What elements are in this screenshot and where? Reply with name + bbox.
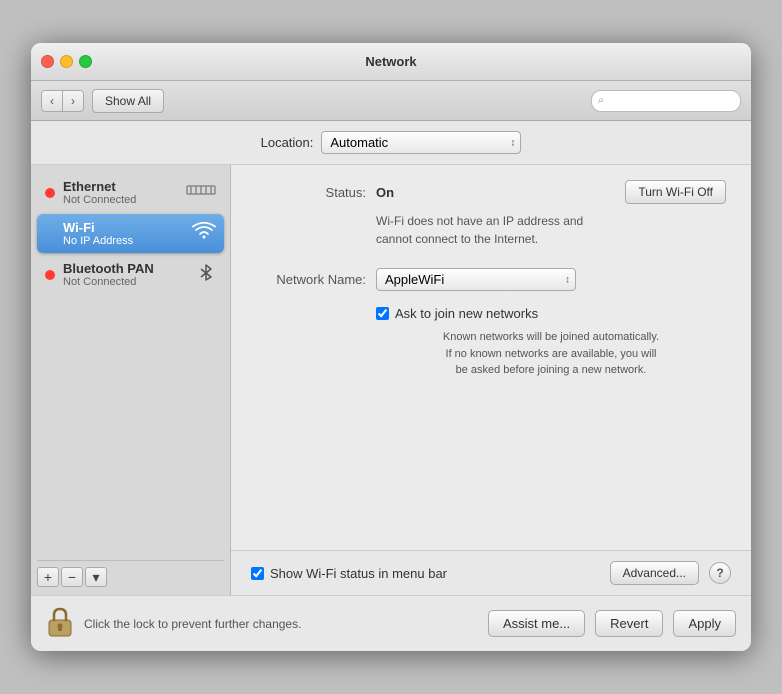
status-description: Wi-Fi does not have an IP address and ca… (376, 212, 726, 248)
assist-me-button[interactable]: Assist me... (488, 610, 585, 637)
turn-wifi-button[interactable]: Turn Wi-Fi Off (625, 180, 726, 204)
wifi-status-spacer (45, 229, 55, 239)
status-desc-line2: cannot connect to the Internet. (376, 232, 538, 246)
remove-network-button[interactable]: − (61, 567, 83, 587)
advanced-button[interactable]: Advanced... (610, 561, 699, 585)
network-name-label: Network Name: (256, 272, 366, 287)
show-wifi-label[interactable]: Show Wi-Fi status in menu bar (270, 566, 447, 581)
network-select-wrapper: AppleWiFi ↕ (376, 268, 576, 291)
location-select[interactable]: Automatic Edit Locations... (321, 131, 521, 154)
network-name-select[interactable]: AppleWiFi (376, 268, 576, 291)
traffic-lights (41, 55, 92, 68)
search-wrapper: ⌕ (591, 90, 741, 112)
detail-panel: Status: On Turn Wi-Fi Off Wi-Fi does not… (231, 165, 751, 595)
bluetooth-icon (196, 262, 216, 287)
forward-button[interactable]: › (63, 91, 83, 111)
nav-buttons: ‹ › (41, 90, 84, 112)
ask-join-checkbox[interactable] (376, 307, 389, 320)
ask-desc-line3: be asked before joining a new network. (456, 364, 647, 376)
window-title: Network (365, 54, 416, 69)
network-window: Network ‹ › Show All ⌕ Location: Automat… (31, 43, 751, 651)
sidebar: Ethernet Not Connected (31, 165, 231, 595)
wifi-name: Wi-Fi (63, 220, 184, 235)
search-icon: ⌕ (598, 94, 604, 107)
bluetooth-name: Bluetooth PAN (63, 261, 188, 276)
status-value: On (376, 185, 394, 200)
wifi-info: Wi-Fi No IP Address (63, 220, 184, 247)
more-options-button[interactable]: ▾ (85, 567, 107, 587)
apply-button[interactable]: Apply (673, 610, 736, 637)
maximize-button[interactable] (79, 55, 92, 68)
add-network-button[interactable]: + (37, 567, 59, 587)
network-name-row: Network Name: AppleWiFi ↕ (256, 268, 726, 291)
ethernet-info: Ethernet Not Connected (63, 179, 178, 206)
main-content: Ethernet Not Connected (31, 165, 751, 595)
bottom-bar: Click the lock to prevent further change… (31, 595, 751, 651)
revert-button[interactable]: Revert (595, 610, 663, 637)
status-desc-line1: Wi-Fi does not have an IP address and (376, 214, 583, 228)
sidebar-controls: + − ▾ (37, 560, 224, 587)
search-input[interactable] (591, 90, 741, 112)
location-select-wrapper: Automatic Edit Locations... ↕ (321, 131, 521, 154)
bluetooth-status-dot (45, 270, 55, 280)
ask-join-row: Ask to join new networks (376, 306, 726, 321)
ask-join-description: Known networks will be joined automatica… (376, 329, 726, 379)
toolbar: ‹ › Show All ⌕ (31, 81, 751, 121)
close-button[interactable] (41, 55, 54, 68)
back-button[interactable]: ‹ (42, 91, 63, 111)
location-bar: Location: Automatic Edit Locations... ↕ (31, 121, 751, 165)
bluetooth-info: Bluetooth PAN Not Connected (63, 261, 188, 288)
show-all-button[interactable]: Show All (92, 89, 164, 113)
show-wifi-row: Show Wi-Fi status in menu bar (251, 566, 447, 581)
ethernet-name: Ethernet (63, 179, 178, 194)
ethernet-status-dot (45, 188, 55, 198)
sidebar-item-ethernet[interactable]: Ethernet Not Connected (37, 173, 224, 212)
sidebar-item-wifi[interactable]: Wi-Fi No IP Address (37, 214, 224, 253)
wifi-status: No IP Address (63, 235, 184, 247)
bluetooth-status: Not Connected (63, 276, 188, 288)
ethernet-status: Not Connected (63, 194, 178, 206)
location-label: Location: (261, 135, 314, 150)
minimize-button[interactable] (60, 55, 73, 68)
lock-text: Click the lock to prevent further change… (84, 617, 478, 631)
detail-bottom-bar: Show Wi-Fi status in menu bar Advanced..… (231, 550, 751, 595)
status-row: Status: On Turn Wi-Fi Off (256, 180, 726, 204)
ask-desc-line1: Known networks will be joined automatica… (443, 331, 659, 343)
ask-desc-line2: If no known networks are available, you … (446, 348, 657, 360)
titlebar: Network (31, 43, 751, 81)
inner-detail: Status: On Turn Wi-Fi Off Wi-Fi does not… (231, 165, 751, 550)
status-label: Status: (256, 185, 366, 200)
help-button[interactable]: ? (709, 562, 731, 584)
ask-join-label[interactable]: Ask to join new networks (395, 306, 538, 321)
wifi-icon (192, 221, 216, 246)
show-wifi-checkbox[interactable] (251, 567, 264, 580)
sidebar-item-bluetooth[interactable]: Bluetooth PAN Not Connected (37, 255, 224, 294)
lock-icon[interactable] (46, 606, 74, 641)
ethernet-icon (186, 180, 216, 205)
